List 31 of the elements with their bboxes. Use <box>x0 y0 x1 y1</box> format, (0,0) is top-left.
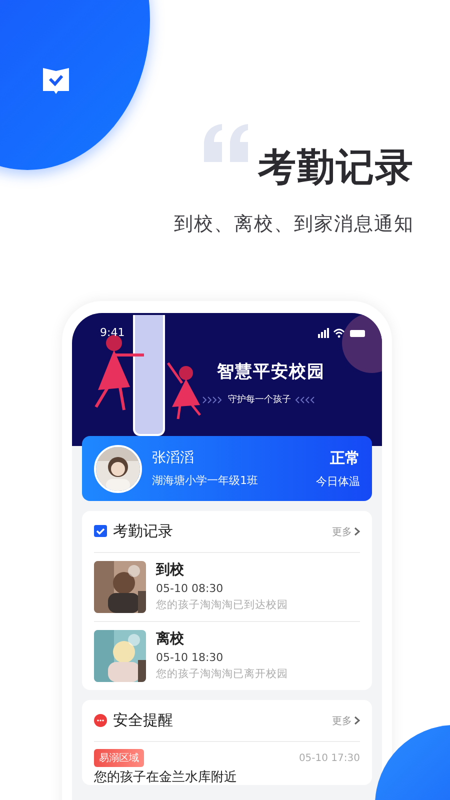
chevron-icon <box>354 527 360 536</box>
page-subtitle: 到校、离校、到家消息通知 <box>174 212 414 237</box>
alert-tag: 易溺区域 <box>94 749 144 767</box>
student-card[interactable]: 张滔滔 湖海塘小学一年级1班 正常 今日体温 <box>82 436 372 501</box>
record-message: 您的孩子淘淘淘已离开校园 <box>156 667 288 681</box>
student-name: 张滔滔 <box>152 449 195 467</box>
chevron-icon <box>354 716 360 725</box>
more-link[interactable]: 更多 <box>332 714 360 728</box>
banner-title: 智慧平安校园 <box>217 361 325 383</box>
status-time: 9:41 <box>100 326 125 339</box>
more-link[interactable]: 更多 <box>332 524 360 538</box>
temperature-status: 正常 <box>330 448 360 468</box>
banner-subtitle: 守护每一个孩子 <box>228 394 291 406</box>
page-title: 考勤记录 <box>258 144 414 191</box>
checkbox-icon <box>94 525 107 538</box>
section-title: 考勤记录 <box>113 522 174 541</box>
student-class: 湖海塘小学一年级1班 <box>152 473 259 488</box>
record-time: 05-10 08:30 <box>156 582 224 595</box>
checkmark-book-icon <box>42 67 70 95</box>
record-message: 您的孩子淘淘淘已到达校园 <box>156 598 288 612</box>
right-chevrons-icon <box>202 396 224 404</box>
alert-message: 您的孩子在金兰水库附近 <box>94 770 238 785</box>
record-title: 离校 <box>156 630 185 648</box>
left-chevrons-icon <box>295 396 317 404</box>
status-icons-drawing <box>318 328 366 338</box>
record-title: 到校 <box>156 561 185 579</box>
temperature-label: 今日体温 <box>316 474 360 488</box>
section-title: 安全提醒 <box>113 711 174 730</box>
alert-time: 05-10 17:30 <box>298 752 360 764</box>
record-time: 05-10 18:30 <box>156 651 224 664</box>
chat-bubble-icon <box>94 714 107 727</box>
